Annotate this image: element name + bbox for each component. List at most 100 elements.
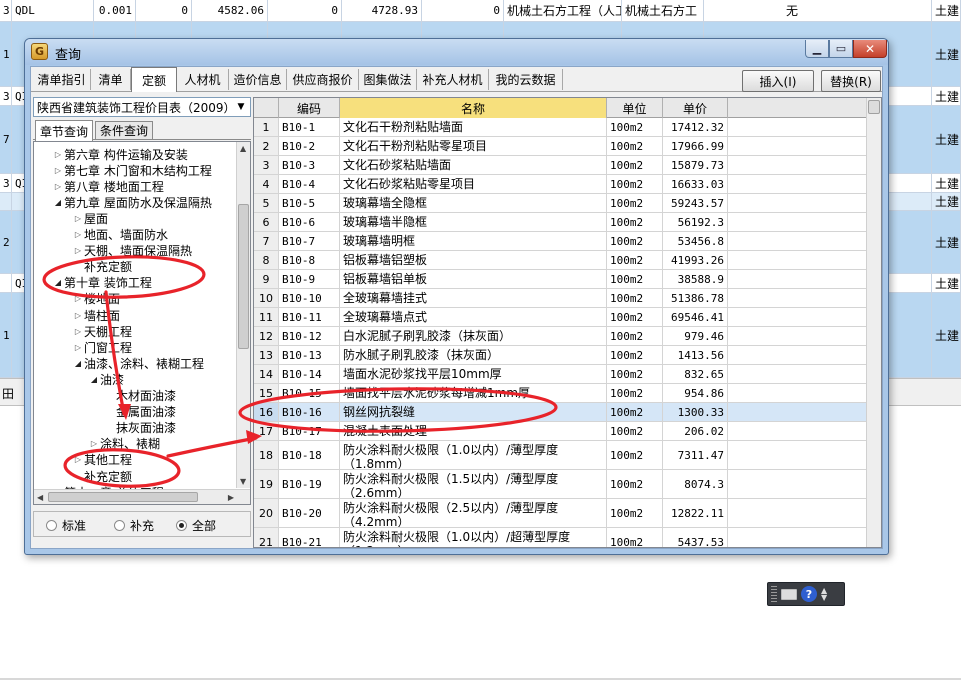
chevron-down-icon[interactable]: ▼ bbox=[234, 100, 248, 114]
library-select[interactable]: 陕西省建筑装饰工程价目表（2009） ▼ bbox=[33, 97, 251, 117]
tree-scroll-thumb[interactable] bbox=[238, 204, 249, 349]
table-row[interactable]: 9 B10-9 铝板幕墙铝单板 100m2 38588.9 bbox=[254, 270, 867, 289]
table-row[interactable]: 10 B10-10 全玻璃幕墙挂式 100m2 51386.78 bbox=[254, 289, 867, 308]
table-row[interactable]: 6 B10-6 玻璃幕墙半隐框 100m2 56192.3 bbox=[254, 213, 867, 232]
table-row[interactable]: 5 B10-5 玻璃幕墙全隐框 100m2 59243.57 bbox=[254, 194, 867, 213]
dialog-titlebar[interactable]: G 查询 ▁ ▭ ✕ bbox=[25, 39, 888, 65]
collapsed-triangle-icon[interactable]: ▷ bbox=[72, 294, 84, 303]
tree-node[interactable]: ▷ 第六章 构件运输及安装 bbox=[52, 146, 188, 162]
table-row[interactable]: 13 B10-13 防水腻子刷乳胶漆（抹灰面） 100m2 1413.56 bbox=[254, 346, 867, 365]
header-code[interactable]: 编码 bbox=[279, 98, 340, 118]
chevron-updown-icon[interactable]: ▲ ▼ bbox=[821, 587, 827, 602]
tree-node[interactable]: 木材面油漆 bbox=[104, 388, 176, 404]
table-row[interactable]: 18 B10-18 防火涂料耐火极限（1.0以内）/薄型厚度（1.8mm） 100m2… bbox=[254, 441, 867, 470]
tab-price-info[interactable]: 造价信息 bbox=[229, 69, 287, 90]
radio-dot-icon[interactable] bbox=[46, 520, 57, 531]
table-vertical-scrollbar[interactable] bbox=[866, 98, 881, 547]
table-scroll-thumb[interactable] bbox=[868, 100, 880, 114]
subtab-chapter-query[interactable]: 章节查询 bbox=[35, 120, 93, 141]
scroll-left-icon[interactable]: ◀ bbox=[37, 493, 43, 502]
maximize-button[interactable]: ▭ bbox=[829, 40, 853, 58]
tree-node[interactable]: ▷ 地面、墙面防水 bbox=[72, 227, 168, 243]
tab-bill[interactable]: 清单 bbox=[91, 69, 131, 90]
tree-node[interactable]: ▷ 门窗工程 bbox=[72, 339, 132, 355]
header-name[interactable]: 名称 bbox=[340, 98, 607, 118]
tab-quota[interactable]: 定额 bbox=[131, 67, 177, 92]
tab-supplement-material[interactable]: 补充人材机 bbox=[417, 69, 489, 90]
subtab-condition-query[interactable]: 条件查询 bbox=[95, 121, 153, 140]
collapsed-triangle-icon[interactable]: ▷ bbox=[72, 214, 84, 223]
tab-supplier-quote[interactable]: 供应商报价 bbox=[287, 69, 359, 90]
background-row[interactable]: 3 QDL 0.001 0 4582.06 0 4728.93 0 机械土石方工程（人工 机械土石… bbox=[0, 0, 961, 22]
tree-node[interactable]: ◢ 第九章 屋面防水及保温隔热 bbox=[52, 194, 212, 210]
tab-bill-guide[interactable]: 清单指引 bbox=[33, 69, 91, 90]
table-row[interactable]: 14 B10-14 墙面水泥砂浆找平层10mm厚 100m2 832.65 bbox=[254, 365, 867, 384]
expanded-triangle-icon[interactable]: ◢ bbox=[88, 375, 100, 384]
tree-node[interactable]: ◢ 油漆、涂料、裱糊工程 bbox=[72, 355, 204, 371]
table-row[interactable]: 20 B10-20 防火涂料耐火极限（2.5以内）/薄型厚度（4.2mm） 100m2… bbox=[254, 499, 867, 528]
help-icon[interactable]: ? bbox=[801, 586, 817, 602]
tree-node[interactable]: ◢ 油漆 bbox=[88, 371, 124, 387]
table-row[interactable]: 3 B10-3 文化石砂浆粘贴墙面 100m2 15879.73 bbox=[254, 156, 867, 175]
tree-node[interactable]: 金属面油漆 bbox=[104, 404, 176, 420]
table-row[interactable]: 16 B10-16 钢丝网抗裂缝 100m2 1300.33 bbox=[254, 403, 867, 422]
table-row[interactable]: 4 B10-4 文化石砂浆粘贴零星项目 100m2 16633.03 bbox=[254, 175, 867, 194]
tree-node[interactable]: ▷ 其他工程 bbox=[72, 452, 132, 468]
tree-node[interactable]: ◢ 第十章 装饰工程 bbox=[52, 275, 152, 291]
tree-node[interactable]: ▷ 楼地面 bbox=[72, 291, 120, 307]
radio-dot-icon[interactable] bbox=[176, 520, 187, 531]
table-row[interactable]: 17 B10-17 混凝土表面处理 100m2 206.02 bbox=[254, 422, 867, 441]
scroll-down-icon[interactable]: ▼ bbox=[240, 477, 246, 486]
tree-node[interactable]: ▷ 天棚工程 bbox=[72, 323, 132, 339]
insert-button[interactable]: 插入(I) bbox=[742, 70, 814, 92]
tree-horizontal-scrollbar[interactable]: ◀ ▶ bbox=[34, 489, 250, 504]
expanded-triangle-icon[interactable]: ◢ bbox=[52, 278, 64, 287]
collapsed-triangle-icon[interactable]: ▷ bbox=[72, 311, 84, 320]
header-unit[interactable]: 单位 bbox=[607, 98, 663, 118]
tree-hscroll-thumb[interactable] bbox=[48, 492, 198, 502]
tree-node[interactable]: ▷ 墙柱面 bbox=[72, 307, 120, 323]
close-button[interactable]: ✕ bbox=[853, 40, 887, 58]
tree-node[interactable]: ▷ 第八章 楼地面工程 bbox=[52, 178, 164, 194]
table-row[interactable]: 11 B10-11 全玻璃幕墙点式 100m2 69546.41 bbox=[254, 308, 867, 327]
table-row[interactable]: 2 B10-2 文化石干粉剂粘贴零星项目 100m2 17966.99 bbox=[254, 137, 867, 156]
collapsed-triangle-icon[interactable]: ▷ bbox=[72, 455, 84, 464]
tree-node[interactable]: ▷ 屋面 bbox=[72, 210, 108, 226]
minimize-button[interactable]: ▁ bbox=[805, 40, 829, 58]
table-row[interactable]: 8 B10-8 铝板幕墙铝塑板 100m2 41993.26 bbox=[254, 251, 867, 270]
table-row[interactable]: 1 B10-1 文化石干粉剂粘贴墙面 100m2 17412.32 bbox=[254, 118, 867, 137]
tab-my-cloud-data[interactable]: 我的云数据 bbox=[489, 69, 563, 90]
collapsed-triangle-icon[interactable]: ▷ bbox=[52, 150, 64, 159]
collapsed-triangle-icon[interactable]: ▷ bbox=[88, 439, 100, 448]
scroll-right-icon[interactable]: ▶ bbox=[228, 493, 234, 502]
tree-vertical-scrollbar[interactable]: ▲ ▼ bbox=[236, 142, 250, 488]
table-row[interactable]: 21B10-21防火涂料耐火极限（1.0以内）/超薄型厚度（1.2mm）100m… bbox=[254, 528, 867, 547]
collapsed-triangle-icon[interactable]: ▷ bbox=[72, 246, 84, 255]
drag-grip-icon[interactable] bbox=[771, 586, 777, 602]
tab-labor-material[interactable]: 人材机 bbox=[177, 69, 229, 90]
expanded-triangle-icon[interactable]: ◢ bbox=[72, 359, 84, 368]
collapsed-triangle-icon[interactable]: ▷ bbox=[52, 182, 64, 191]
keyboard-icon[interactable] bbox=[781, 588, 797, 600]
table-row[interactable]: 15 B10-15 墙面找平层水泥砂浆每增减1mm厚 100m2 954.86 bbox=[254, 384, 867, 403]
replace-button[interactable]: 替换(R) bbox=[821, 70, 881, 92]
table-row[interactable]: 19 B10-19 防火涂料耐火极限（1.5以内）/薄型厚度（2.6mm） 100m2… bbox=[254, 470, 867, 499]
tree-node[interactable]: ▷ 天棚、墙面保温隔热 bbox=[72, 243, 192, 259]
tree-node[interactable]: 补充定额 bbox=[72, 468, 132, 484]
collapsed-triangle-icon[interactable]: ▷ bbox=[72, 343, 84, 352]
collapsed-triangle-icon[interactable]: ▷ bbox=[72, 230, 84, 239]
collapsed-triangle-icon[interactable]: ▷ bbox=[72, 327, 84, 336]
radio-all[interactable]: 全部 bbox=[176, 517, 216, 534]
scroll-up-icon[interactable]: ▲ bbox=[240, 144, 246, 153]
floating-mini-toolbar[interactable]: ? ▲ ▼ bbox=[767, 582, 845, 606]
collapsed-triangle-icon[interactable]: ▷ bbox=[52, 166, 64, 175]
tree-node[interactable]: ▷ 第七章 木门窗和木结构工程 bbox=[52, 162, 212, 178]
table-row[interactable]: 12 B10-12 白水泥腻子刷乳胶漆（抹灰面） 100m2 979.46 bbox=[254, 327, 867, 346]
radio-dot-icon[interactable] bbox=[114, 520, 125, 531]
tree-node[interactable]: ▷ 涂料、裱糊 bbox=[88, 436, 160, 452]
expanded-triangle-icon[interactable]: ◢ bbox=[52, 198, 64, 207]
table-row[interactable]: 7 B10-7 玻璃幕墙明框 100m2 53456.8 bbox=[254, 232, 867, 251]
radio-supplement[interactable]: 补充 bbox=[114, 517, 154, 534]
radio-standard[interactable]: 标准 bbox=[46, 517, 86, 534]
tree-node[interactable]: 抹灰面油漆 bbox=[104, 420, 176, 436]
